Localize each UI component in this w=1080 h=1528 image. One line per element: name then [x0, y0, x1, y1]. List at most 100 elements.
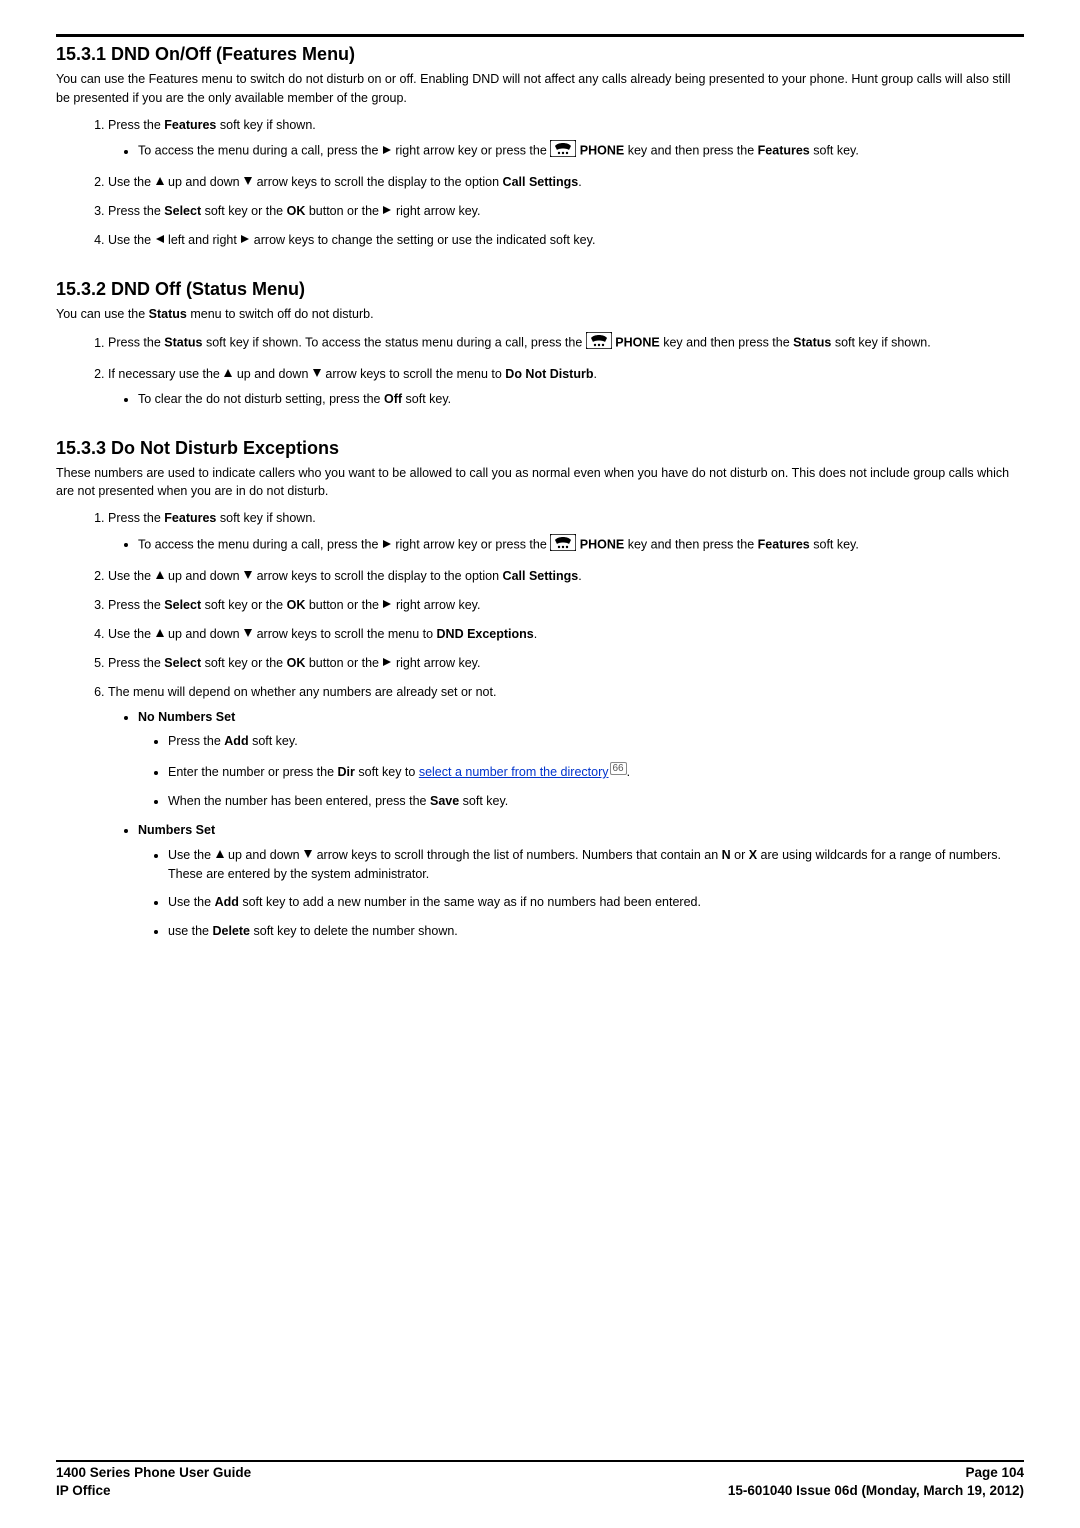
text: up and down [165, 569, 244, 583]
list-item: Press the Features soft key if shown. To… [108, 509, 1024, 557]
up-arrow-icon [215, 846, 225, 865]
text: left and right [165, 233, 241, 247]
text: Do Not Disturb [505, 367, 593, 381]
list-item: Use the up and down arrow keys to scroll… [168, 846, 1024, 884]
text: Features [164, 118, 216, 132]
text: soft key if shown. [216, 118, 315, 132]
footer-left-1: 1400 Series Phone User Guide [56, 1464, 251, 1482]
text: up and down [165, 627, 244, 641]
right-arrow-icon [382, 596, 392, 615]
text: key and then press the [660, 336, 793, 350]
text: . [534, 627, 537, 641]
text: Use the [108, 175, 155, 189]
down-arrow-icon [243, 625, 253, 644]
phone-icon [550, 140, 576, 163]
text: Press the [108, 656, 164, 670]
up-arrow-icon [155, 173, 165, 192]
text: OK [287, 656, 306, 670]
text: soft key. [402, 392, 451, 406]
phone-icon [550, 534, 576, 557]
text: N [722, 848, 731, 862]
text: Select [164, 204, 201, 218]
text: . [627, 765, 630, 779]
right-arrow-icon [382, 142, 392, 161]
text: menu to switch off do not disturb. [187, 307, 374, 321]
text: key and then press the [624, 537, 757, 551]
down-arrow-icon [312, 365, 322, 384]
text: Off [384, 392, 402, 406]
text: . [593, 367, 596, 381]
text: You can use the [56, 307, 149, 321]
list-item: To clear the do not disturb setting, pre… [138, 390, 1024, 409]
down-arrow-icon [243, 173, 253, 192]
text: arrow keys to scroll the menu to [253, 627, 436, 641]
text: up and down [233, 367, 312, 381]
text: arrow keys to scroll the display to the … [253, 175, 502, 189]
text: soft key if shown. To access the status … [202, 336, 585, 350]
text: . [578, 175, 581, 189]
text: soft key to [355, 765, 419, 779]
text: PHONE [576, 144, 624, 158]
directory-link[interactable]: select a number from the directory [419, 765, 609, 779]
right-arrow-icon [382, 654, 392, 673]
text: X [749, 848, 757, 862]
text: PHONE [576, 537, 624, 551]
text: soft key. [459, 794, 508, 808]
text: Press the [108, 118, 164, 132]
text: Status [149, 307, 187, 321]
text: Use the [108, 569, 155, 583]
phone-icon [586, 332, 612, 355]
list-item: Press the Select soft key or the OK butt… [108, 202, 1024, 221]
text: Use the [168, 848, 215, 862]
list-item: use the Delete soft key to delete the nu… [168, 922, 1024, 941]
text: Use the [108, 627, 155, 641]
text: arrow keys to scroll through the list of… [313, 848, 722, 862]
text: soft key to add a new number in the same… [239, 895, 701, 909]
text: Delete [212, 924, 250, 938]
heading-dnd-exceptions: 15.3.3 Do Not Disturb Exceptions [56, 435, 1024, 462]
list-item: Press the Select soft key or the OK butt… [108, 654, 1024, 673]
text: To access the menu during a call, press … [138, 537, 382, 551]
text: Press the [108, 598, 164, 612]
footer-left-2: IP Office [56, 1482, 111, 1500]
intro-text: You can use the Status menu to switch of… [56, 305, 1024, 324]
right-arrow-icon [382, 202, 392, 221]
down-arrow-icon [243, 567, 253, 586]
list-item: If necessary use the up and down arrow k… [108, 365, 1024, 409]
text: Features [164, 511, 216, 525]
text: Features [758, 144, 810, 158]
footer-right-1: Page 104 [965, 1464, 1024, 1482]
heading-dnd-off: 15.3.2 DND Off (Status Menu) [56, 276, 1024, 303]
list-item: Use the up and down arrow keys to scroll… [108, 567, 1024, 586]
up-arrow-icon [223, 365, 233, 384]
text: When the number has been entered, press … [168, 794, 430, 808]
text: To access the menu during a call, press … [138, 144, 382, 158]
right-arrow-icon [382, 536, 392, 555]
text: soft key. [249, 734, 298, 748]
list-item: Use the Add soft key to add a new number… [168, 893, 1024, 912]
text: soft key to delete the number shown. [250, 924, 458, 938]
text: Press the [108, 204, 164, 218]
text: soft key. [810, 537, 859, 551]
text: Add [215, 895, 239, 909]
text: right arrow key. [392, 656, 480, 670]
list-item: To access the menu during a call, press … [138, 140, 1024, 163]
text: Add [224, 734, 248, 748]
text: Numbers Set [138, 823, 215, 837]
text: right arrow key. [392, 204, 480, 218]
list-item: The menu will depend on whether any numb… [108, 683, 1024, 941]
text: soft key or the [201, 656, 286, 670]
intro-text: You can use the Features menu to switch … [56, 70, 1024, 108]
text: key and then press the [624, 144, 757, 158]
text: right arrow key. [392, 598, 480, 612]
text: OK [287, 598, 306, 612]
text: Press the [108, 336, 164, 350]
text: Use the [168, 895, 215, 909]
page-ref: 66 [610, 762, 627, 775]
text: soft key if shown. [216, 511, 315, 525]
list-item: Press the Select soft key or the OK butt… [108, 596, 1024, 615]
text: use the [168, 924, 212, 938]
text: OK [287, 204, 306, 218]
text: or [731, 848, 749, 862]
text: button or the [305, 598, 382, 612]
